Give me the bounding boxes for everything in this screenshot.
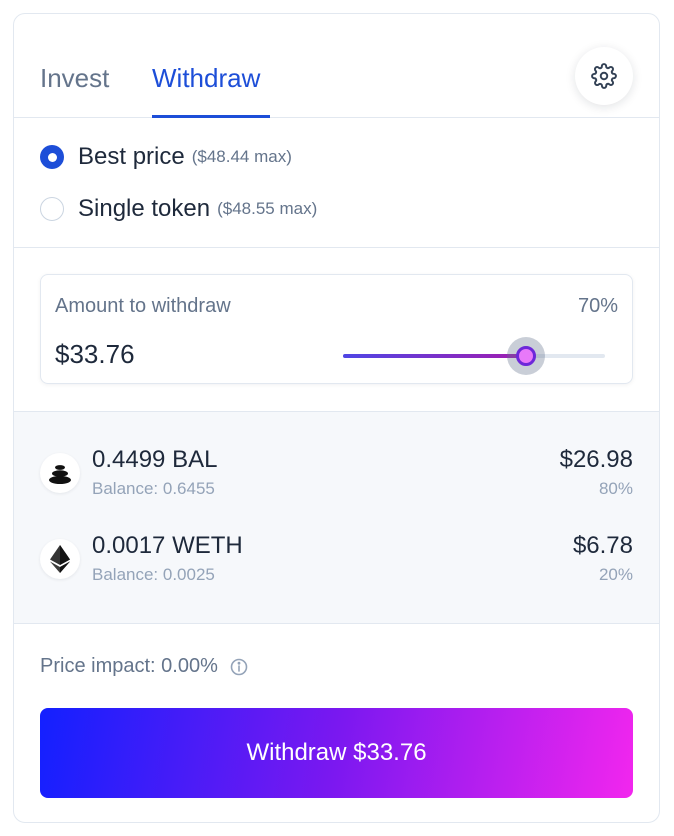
price-impact: Price impact: 0.00% — [40, 655, 248, 678]
withdraw-button[interactable]: Withdraw $33.76 — [40, 708, 633, 798]
balancer-icon — [40, 453, 80, 493]
option-single-token[interactable]: Single token ($48.55 max) — [40, 195, 317, 223]
token-percent: 80% — [598, 479, 633, 498]
token-row-weth: 0.0017 WETH Balance: 0.0025 $6.78 20% — [14, 530, 659, 590]
info-icon[interactable] — [230, 658, 248, 676]
withdraw-type-options: Best price ($48.44 max) Single token ($4… — [14, 118, 659, 248]
single-token-radio[interactable] — [40, 197, 64, 221]
token-balance: Balance: 0.6455 — [92, 479, 215, 498]
token-row-bal: 0.4499 BAL Balance: 0.6455 $26.98 80% — [14, 444, 659, 504]
tab-invest[interactable]: Invest — [40, 64, 109, 92]
amount-box: Amount to withdraw 70% $33.76 — [40, 274, 633, 384]
token-list: 0.4499 BAL Balance: 0.6455 $26.98 80% 0.… — [14, 412, 659, 624]
slider-fill — [343, 354, 527, 358]
gear-icon — [591, 63, 617, 89]
price-impact-label: Price impact: 0.00% — [40, 655, 218, 677]
single-token-max: ($48.55 max) — [217, 199, 318, 218]
amount-slider[interactable] — [343, 337, 605, 375]
token-amount: 0.0017 WETH — [92, 532, 243, 559]
amount-section: Amount to withdraw 70% $33.76 — [14, 248, 659, 412]
token-balance: Balance: 0.0025 — [92, 565, 215, 584]
slider-handle[interactable] — [507, 337, 546, 375]
token-percent: 20% — [598, 565, 633, 584]
tab-withdraw[interactable]: Withdraw — [152, 64, 260, 92]
tab-bar: Invest Withdraw — [14, 14, 659, 118]
settings-button[interactable] — [575, 47, 633, 105]
token-usd-value: $6.78 — [572, 532, 633, 559]
ethereum-icon — [40, 539, 80, 579]
best-price-max: ($48.44 max) — [191, 147, 292, 166]
best-price-radio[interactable] — [40, 145, 64, 169]
amount-label: Amount to withdraw — [55, 295, 231, 317]
option-best-price[interactable]: Best price ($48.44 max) — [40, 143, 292, 171]
best-price-label: Best price — [78, 143, 185, 170]
token-usd-value: $26.98 — [559, 446, 633, 473]
amount-percent: 70% — [577, 295, 618, 317]
single-token-label: Single token — [78, 195, 211, 222]
token-amount: 0.4499 BAL — [92, 446, 218, 473]
withdraw-card: Invest Withdraw Best price ($48.44 max) … — [13, 13, 660, 823]
amount-value: $33.76 — [55, 339, 135, 369]
